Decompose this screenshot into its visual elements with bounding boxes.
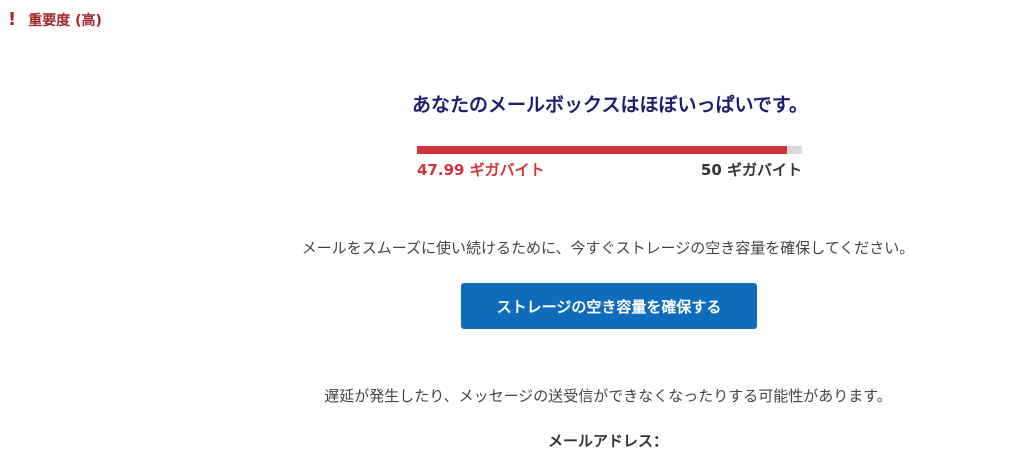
exclamation-icon: ! <box>8 9 17 30</box>
storage-quota-fill <box>417 146 787 154</box>
storage-used-label: 47.99 ギガバイト <box>417 161 545 179</box>
storage-quota-bar <box>417 146 802 154</box>
importance-label: 重要度 (高) <box>28 13 102 29</box>
warning-text: 遅延が発生したり、メッセージの送受信ができなくなったりする可能性があります。 <box>324 387 892 405</box>
importance-badge: ! 重要度 (高) <box>8 10 102 30</box>
storage-total-label: 50 ギガバイト <box>700 161 802 179</box>
email-address-label: メールアドレス： <box>547 432 668 450</box>
instruction-text: メールをスムーズに使い続けるために、今すぐストレージの空き容量を確保してください… <box>301 239 915 257</box>
free-up-storage-button[interactable]: ストレージの空き容量を確保する <box>461 283 757 329</box>
page-title: あなたのメールボックスはほぼいっぱいです。 <box>412 94 808 116</box>
